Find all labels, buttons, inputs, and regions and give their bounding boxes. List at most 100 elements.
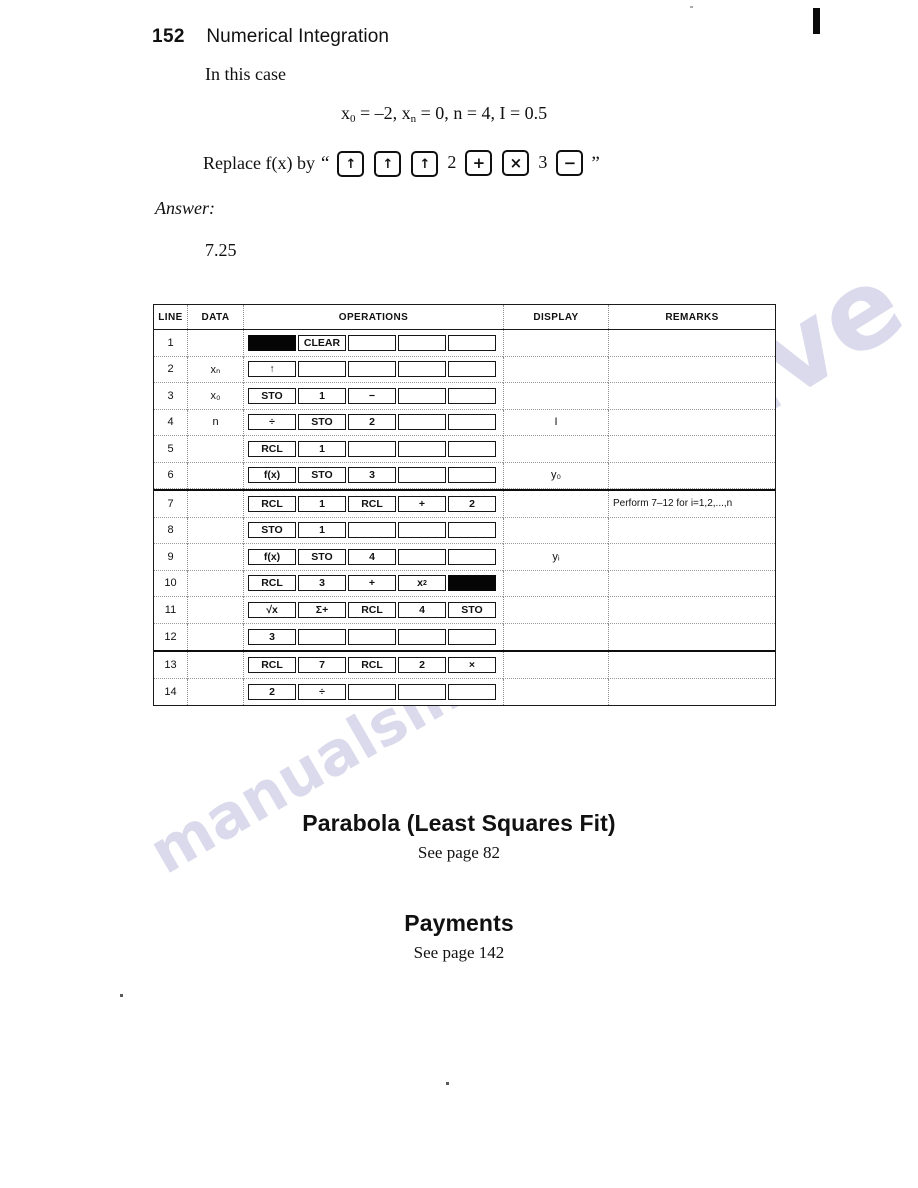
cell-remarks bbox=[608, 462, 775, 489]
section-title: Payments bbox=[404, 910, 514, 936]
cell-line: 10 bbox=[154, 571, 187, 597]
table-row: 3 x₀ STO 1− bbox=[154, 383, 775, 410]
operation-box-empty bbox=[448, 361, 496, 378]
operation-box: 3 bbox=[248, 628, 296, 645]
cell-remarks bbox=[608, 330, 775, 357]
cell-line: 11 bbox=[154, 597, 187, 624]
operation-box-filled bbox=[248, 334, 296, 351]
cell-remarks: Perform 7–12 for i=1,2,...,n bbox=[608, 491, 775, 518]
keycap-sequence: ↑ ↑ ↑ 2 + × 3− bbox=[332, 150, 588, 177]
cell-operations: CLEAR bbox=[243, 330, 503, 357]
cell-data bbox=[187, 544, 243, 571]
cell-display bbox=[503, 652, 608, 679]
table-row: 4 n ÷ STO 2 I bbox=[154, 409, 775, 436]
table-row: 9 f(x) STO 4 yᵢ bbox=[154, 544, 775, 571]
operation-box: 3 bbox=[298, 575, 346, 592]
cell-data bbox=[187, 570, 243, 597]
cell-operations: RCL 7 RCL 2 × bbox=[243, 652, 503, 679]
cell-display: I bbox=[503, 409, 608, 436]
cell-display bbox=[503, 678, 608, 705]
operation-box: 2 bbox=[398, 656, 446, 673]
replace-prefix: Replace f(x) by bbox=[203, 153, 315, 173]
operation-box-empty bbox=[448, 467, 496, 484]
cell-operations: √x Σ+ RCL 4 STO bbox=[243, 597, 503, 624]
cell-operations: f(x) STO 4 bbox=[243, 544, 503, 571]
cell-display bbox=[503, 597, 608, 624]
cell-display bbox=[503, 623, 608, 650]
operation-box: 1 bbox=[298, 387, 346, 404]
cell-operations: f(x) STO 3 bbox=[243, 462, 503, 489]
table-row: 2 xₙ ↑ bbox=[154, 356, 775, 383]
cell-display bbox=[503, 517, 608, 544]
operation-box: f(x) bbox=[248, 548, 296, 565]
col-header-display: DISPLAY bbox=[503, 305, 608, 329]
enter-arrow-key: ↑ bbox=[337, 151, 365, 177]
page-header: 152 Numerical Integration bbox=[152, 26, 389, 48]
cell-operations: RCL 1 bbox=[243, 436, 503, 463]
operation-box: STO bbox=[298, 467, 346, 484]
cell-line: 12 bbox=[164, 630, 177, 643]
cell-data bbox=[187, 623, 243, 650]
col-header-line: LINE bbox=[158, 311, 183, 323]
operation-box: STO bbox=[298, 548, 346, 565]
cell-line: 13 bbox=[154, 652, 187, 679]
cell-data bbox=[187, 436, 243, 463]
cell-operations: 3 bbox=[243, 623, 503, 650]
operation-box: 1 bbox=[298, 440, 346, 457]
operation-box-empty bbox=[348, 683, 396, 700]
formula-x0-label: x bbox=[341, 103, 350, 123]
cell-data bbox=[187, 517, 243, 544]
cell-remarks bbox=[608, 383, 775, 410]
operation-box-empty bbox=[398, 414, 446, 431]
operation-box-empty bbox=[348, 440, 396, 457]
operation-box: + bbox=[348, 575, 396, 592]
operation-box-empty bbox=[398, 361, 446, 378]
cell-display: yᵢ bbox=[503, 544, 608, 571]
digit-two: 2 bbox=[447, 151, 457, 172]
operation-box-empty bbox=[348, 334, 396, 351]
operation-box: √x bbox=[248, 601, 296, 618]
formula-xn-sub: n bbox=[410, 113, 417, 125]
table-row: 7 RCL 1 RCL +2 Perform 7–12 for i=1,2,...,n bbox=[154, 491, 775, 518]
scan-speck bbox=[120, 994, 123, 997]
cell-operations: 2 ÷ bbox=[243, 678, 503, 705]
cell-remarks bbox=[608, 597, 775, 624]
table-row: 13 RCL 7 RCL 2 × bbox=[154, 652, 775, 679]
cell-remarks bbox=[608, 544, 775, 571]
section-payments: Payments See page 142 bbox=[0, 910, 918, 963]
table-row: 8 STO 1 bbox=[154, 517, 775, 544]
operation-box-empty bbox=[348, 361, 396, 378]
table-row: 14 2 ÷ bbox=[154, 678, 775, 705]
formula-n-value: n = 4, bbox=[453, 103, 495, 123]
cell-remarks bbox=[608, 623, 775, 650]
formula-xn-value: = 0, bbox=[420, 103, 449, 123]
plus-key: + bbox=[465, 150, 493, 176]
cell-data bbox=[187, 652, 243, 679]
enter-arrow-key: ↑ bbox=[411, 151, 439, 177]
black-bar-mark-icon bbox=[813, 8, 820, 34]
operation-box: RCL bbox=[248, 656, 296, 673]
table-row-group-loop: 7 RCL 1 RCL +2 Perform 7–12 for i=1,2,...,n 8 S… bbox=[154, 489, 775, 652]
operation-box: RCL bbox=[248, 440, 296, 457]
table-row: 1 CLEAR bbox=[154, 330, 775, 357]
operations-table: LINE DATA OPERATIONS DISPLAY REMARKS 1 CL… bbox=[153, 304, 776, 706]
table-row: 12 3 bbox=[154, 623, 775, 650]
cell-display: y₀ bbox=[503, 462, 608, 489]
operation-box-empty bbox=[398, 387, 446, 404]
operation-box: 7 bbox=[298, 656, 346, 673]
formula-i-value: I = 0.5 bbox=[499, 103, 548, 123]
operation-box: STO bbox=[448, 601, 496, 618]
answer-label: Answer: bbox=[155, 198, 215, 218]
formula-line: x0 = –2, xn = 0, n = 4, I = 0.5 bbox=[341, 103, 547, 125]
operation-box: STO bbox=[248, 522, 296, 539]
operation-box: Σ+ bbox=[298, 601, 346, 618]
scan-speck bbox=[446, 1082, 449, 1085]
operation-box-empty bbox=[448, 387, 496, 404]
cell-line: 8 bbox=[154, 518, 187, 544]
operation-box: ÷ bbox=[298, 683, 346, 700]
operation-box: − bbox=[348, 387, 396, 404]
operation-box-empty bbox=[298, 628, 346, 645]
operation-box: RCL bbox=[248, 495, 296, 512]
table-row: 11 √x Σ+ RCL 4 STO bbox=[154, 597, 775, 624]
operation-box-empty bbox=[448, 628, 496, 645]
